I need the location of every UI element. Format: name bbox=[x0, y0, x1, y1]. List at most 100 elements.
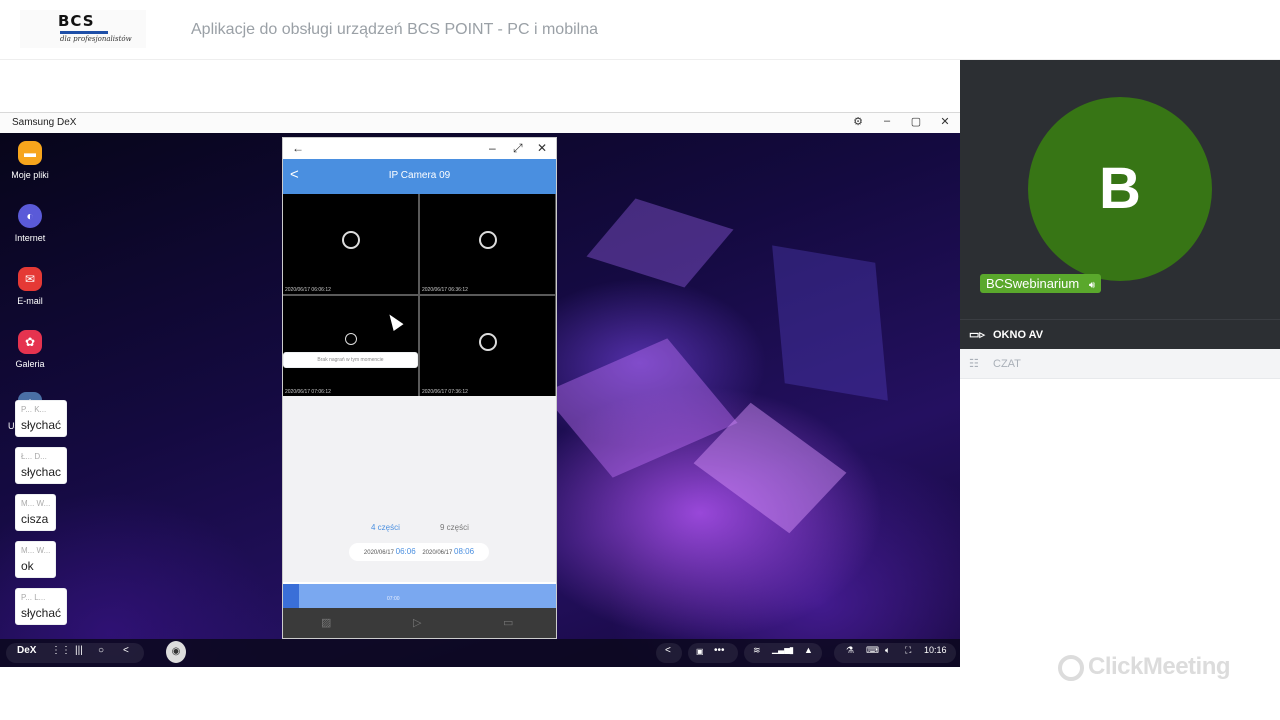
window-minimize-icon[interactable]: – bbox=[489, 141, 496, 155]
apps-grid-icon[interactable]: ⋮⋮ bbox=[51, 645, 71, 656]
cell-message: Brak nagrań w tym momencie bbox=[283, 352, 418, 368]
tab-chat[interactable]: ☷ CZAT bbox=[960, 349, 1280, 379]
logo-brand: BCS bbox=[58, 12, 95, 30]
camera-title: IP Camera 09 bbox=[388, 170, 451, 181]
spinner-icon bbox=[345, 333, 357, 345]
gallery-icon: ✿ bbox=[18, 330, 42, 354]
timeline[interactable]: 07:00 bbox=[283, 584, 556, 608]
maximize-icon[interactable]: ▢ bbox=[908, 115, 924, 128]
home-icon[interactable]: ○ bbox=[98, 645, 104, 656]
playback-cell[interactable]: 2020/06/17 07:36:12 bbox=[420, 296, 555, 396]
email-icon: ✉ bbox=[18, 267, 42, 291]
clock: 10:16 bbox=[924, 645, 947, 655]
message-author: P... K... bbox=[21, 405, 47, 414]
app-header: < IP Camera 09 bbox=[283, 159, 556, 194]
logo-bar bbox=[60, 31, 108, 34]
message-author: M... W... bbox=[21, 546, 51, 555]
avatar: B bbox=[1028, 97, 1212, 281]
recents-icon[interactable]: ||| bbox=[75, 645, 83, 656]
dex-window-titlebar: Samsung DeX ⚙ – ▢ ✕ bbox=[0, 112, 960, 133]
flask-icon[interactable]: ⚗ bbox=[846, 645, 854, 656]
chat-message: P... L... słychać bbox=[15, 588, 68, 625]
message-text: słychac bbox=[21, 465, 62, 479]
speaker-icon: 🔊︎ bbox=[1088, 280, 1096, 291]
window-maximize-icon[interactable]: ⤢ bbox=[513, 141, 523, 156]
webinar-title: Aplikacje do obsługi urządzeń BCS POINT … bbox=[191, 21, 598, 38]
dex-label[interactable]: DeX bbox=[17, 645, 36, 656]
window-close-icon[interactable]: ✕ bbox=[537, 141, 547, 155]
tab-av-window[interactable]: ▭▹ OKNO AV bbox=[960, 319, 1280, 349]
message-text: ok bbox=[21, 559, 34, 573]
wallpaper-shard bbox=[586, 198, 734, 288]
playback-controls: ▨ ▷ ▭ bbox=[283, 608, 556, 638]
clickmeeting-watermark: ClickMeeting bbox=[1058, 653, 1231, 681]
app-label: Moje pliki bbox=[11, 170, 49, 180]
chat-message: Ł... D... słychac bbox=[15, 447, 68, 484]
close-icon[interactable]: ✕ bbox=[937, 115, 953, 128]
chat-section-label: CZAT bbox=[993, 358, 1021, 370]
range-end-date: 2020/06/17 bbox=[422, 550, 453, 556]
app-window-bar: ← – ⤢ ✕ bbox=[283, 138, 556, 159]
participant-name: BCSwebinarium bbox=[986, 276, 1080, 291]
clickmeeting-logo-icon bbox=[1058, 654, 1084, 681]
playback-cell[interactable]: 2020/06/17 06:06:12 bbox=[283, 194, 418, 294]
playback-cell[interactable]: Brak nagrań w tym momencie 2020/06/17 07… bbox=[283, 296, 418, 396]
av-window: B BCSwebinarium 🔊︎ bbox=[960, 60, 1280, 319]
timeline-time: 07:00 bbox=[387, 596, 400, 602]
back-nav-icon[interactable]: < bbox=[123, 645, 129, 656]
chat-message: M... W... cisza bbox=[15, 494, 57, 531]
more-icon[interactable]: ••• bbox=[714, 645, 725, 656]
time-range[interactable]: 2020/06/17 06:06 2020/06/17 08:06 bbox=[349, 543, 489, 561]
split-option-9[interactable]: 9 części bbox=[440, 523, 469, 532]
minimize-icon[interactable]: – bbox=[879, 115, 895, 127]
range-end-time: 08:06 bbox=[454, 547, 475, 556]
notifications-icon[interactable]: ▲ bbox=[804, 645, 813, 655]
window-back-icon[interactable]: ← bbox=[292, 141, 304, 155]
participant-name-badge[interactable]: BCSwebinarium 🔊︎ bbox=[980, 274, 1102, 293]
watermark-text: ClickMeeting bbox=[1088, 653, 1231, 680]
wifi-icon: ≋ bbox=[753, 645, 761, 655]
bcs-logo: BCS dla profesjonalistów bbox=[20, 10, 146, 48]
loading-icon bbox=[479, 231, 497, 249]
range-start-time: 06:06 bbox=[395, 547, 416, 556]
volume-icon[interactable]: 🔈︎ bbox=[885, 645, 890, 656]
cell-timestamp: 2020/06/17 07:06:12 bbox=[285, 389, 331, 395]
keyboard-icon[interactable]: ⌨ bbox=[866, 645, 879, 656]
split-option-4[interactable]: 4 części bbox=[371, 523, 400, 532]
playback-cell[interactable]: 2020/06/17 06:36:12 bbox=[420, 194, 555, 294]
app-internet[interactable]: ◐ Internet bbox=[0, 204, 60, 243]
app-label: Internet bbox=[14, 233, 46, 243]
screen-icon[interactable]: ⛶ bbox=[905, 645, 911, 656]
timeline-marker[interactable] bbox=[283, 584, 299, 608]
message-author: M... W... bbox=[21, 499, 51, 508]
top-header: BCS dla profesjonalistów Aplikacje do ob… bbox=[0, 0, 1280, 60]
snapshot-icon[interactable]: ▨ bbox=[321, 616, 331, 629]
chat-message: M... W... ok bbox=[15, 541, 57, 578]
cell-timestamp: 2020/06/17 07:36:12 bbox=[422, 389, 468, 395]
chat-icon: ☷ bbox=[969, 358, 979, 370]
battery-icon: ▮ bbox=[789, 645, 794, 655]
app-moje-pliki[interactable]: ▬ Moje pliki bbox=[0, 141, 60, 180]
screenshot-icon[interactable]: ▣ bbox=[696, 647, 704, 656]
message-author: P... L... bbox=[21, 593, 46, 602]
chat-message: P... K... słychać bbox=[15, 400, 68, 437]
cell-timestamp: 2020/06/17 06:06:12 bbox=[285, 287, 331, 293]
app-label: E-mail bbox=[17, 296, 43, 306]
message-text: słychać bbox=[21, 606, 62, 620]
app-label: Galeria bbox=[15, 359, 45, 369]
internet-icon: ◐ bbox=[18, 204, 42, 228]
collapse-icon[interactable]: < bbox=[665, 645, 671, 656]
side-panel: B BCSwebinarium 🔊︎ ▭▹ OKNO AV ☷ CZAT bbox=[960, 60, 1280, 720]
dex-taskbar: DeX ⋮⋮ ||| ○ < ◉ < ▣ ••• ≋ ▁▃▅ ▮ ▲ ⚗ ⌨ 🔈… bbox=[0, 639, 960, 667]
running-app-icon[interactable]: ◉ bbox=[166, 641, 186, 663]
range-start-date: 2020/06/17 bbox=[363, 550, 394, 556]
ip-camera-app-window: ← – ⤢ ✕ < IP Camera 09 2020/06/17 06:06:… bbox=[282, 137, 557, 639]
settings-icon[interactable]: ⚙ bbox=[850, 115, 866, 128]
fullscreen-icon[interactable]: ▭ bbox=[503, 616, 513, 629]
app-galeria[interactable]: ✿ Galeria bbox=[0, 330, 60, 369]
app-email[interactable]: ✉ E-mail bbox=[0, 267, 60, 306]
playback-grid: 2020/06/17 06:06:12 2020/06/17 06:36:12 … bbox=[283, 194, 556, 396]
video-camera-icon: ▭▹ bbox=[969, 329, 985, 341]
play-icon[interactable]: ▷ bbox=[413, 616, 421, 629]
loading-icon bbox=[342, 231, 360, 249]
